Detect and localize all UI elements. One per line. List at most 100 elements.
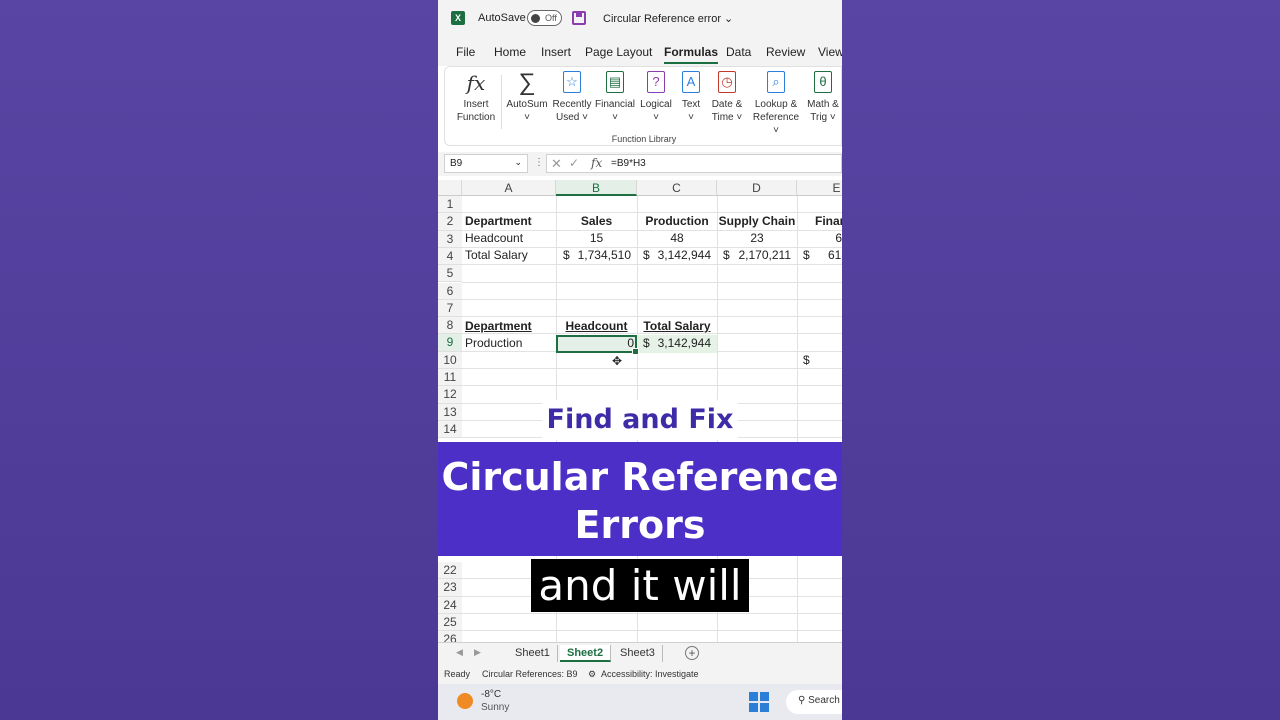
- tab-insert[interactable]: Insert: [541, 45, 571, 59]
- column-header-a[interactable]: A: [462, 180, 556, 196]
- cell-c8[interactable]: Total Salary: [637, 318, 717, 335]
- background-left: [0, 0, 438, 720]
- more-options-icon[interactable]: ⋮: [534, 157, 544, 168]
- row-header-25[interactable]: 25: [438, 613, 462, 632]
- cell-e4[interactable]: 618: [828, 247, 842, 264]
- cell-a9[interactable]: Production: [465, 335, 522, 352]
- star-icon: ☆: [563, 71, 581, 93]
- row-header-14[interactable]: 14: [438, 420, 462, 439]
- tab-review[interactable]: Review: [766, 45, 805, 59]
- cell-a3[interactable]: Headcount: [465, 230, 523, 247]
- cell-d4[interactable]: 2,170,211: [717, 247, 792, 264]
- autosum-button[interactable]: ∑ AutoSum ˅: [505, 71, 549, 124]
- document-title[interactable]: Circular Reference error ⌄: [603, 12, 733, 25]
- name-box[interactable]: B9 ⌄: [444, 154, 528, 173]
- financial-button[interactable]: ▤ Financial ˅: [593, 71, 637, 124]
- taskbar-search[interactable]: ⚲ Search: [786, 690, 842, 714]
- add-sheet-icon[interactable]: +: [685, 646, 699, 660]
- sheet-tab-2[interactable]: Sheet2: [560, 645, 612, 662]
- column-header-c[interactable]: C: [637, 180, 717, 196]
- cell-a4[interactable]: Total Salary: [465, 247, 528, 264]
- save-icon[interactable]: [572, 11, 586, 25]
- windows-start-icon[interactable]: [749, 692, 769, 712]
- cell-d3[interactable]: 23: [717, 230, 797, 247]
- prev-sheet-icon[interactable]: ◀: [456, 647, 463, 658]
- cell-b2[interactable]: Sales: [556, 213, 637, 230]
- column-header-e[interactable]: E: [797, 180, 842, 196]
- cell-c9[interactable]: 3,142,944: [637, 335, 711, 352]
- tab-page-layout[interactable]: Page Layout: [585, 45, 652, 59]
- next-sheet-icon[interactable]: ▶: [474, 647, 481, 658]
- lookup-reference-button[interactable]: ⌕ Lookup & Reference ˅: [749, 71, 803, 137]
- tab-home[interactable]: Home: [494, 45, 526, 59]
- text-dropdown: ˅: [688, 112, 694, 123]
- cell-e3[interactable]: 6: [797, 230, 842, 247]
- recently-used-button[interactable]: ☆ Recently Used ˅: [550, 71, 594, 124]
- row-header-5[interactable]: 5: [438, 265, 462, 283]
- sheet-tab-1[interactable]: Sheet1: [508, 645, 558, 662]
- row-header-22[interactable]: 22: [438, 562, 462, 580]
- date-time-button[interactable]: ◷ Date & Time ˅: [707, 71, 747, 124]
- accessibility-icon: ⚙: [588, 669, 597, 679]
- row-header-3[interactable]: 3: [438, 230, 462, 248]
- title-banner: Circular Reference Errors: [438, 442, 842, 556]
- formula-input[interactable]: ✕ ✓ fx =B9*H3: [546, 154, 842, 173]
- background-right: [842, 0, 1280, 720]
- cell-d2[interactable]: Supply Chain: [717, 213, 797, 230]
- cancel-icon[interactable]: ✕: [551, 156, 562, 172]
- column-header-d[interactable]: D: [717, 180, 797, 196]
- sheet-tab-3[interactable]: Sheet3: [613, 645, 663, 662]
- tab-formulas[interactable]: Formulas: [664, 45, 719, 64]
- cell-b4[interactable]: 1,734,510: [556, 247, 631, 264]
- cell-b3[interactable]: 15: [556, 230, 637, 247]
- row-header-10[interactable]: 10: [438, 351, 462, 369]
- excel-app-icon: X: [451, 11, 465, 25]
- autosave-state: Off: [545, 13, 557, 23]
- database-icon: ▤: [606, 71, 624, 93]
- autosave-toggle[interactable]: Off: [527, 10, 562, 26]
- cell-e2[interactable]: Finan: [815, 213, 842, 230]
- cell-b8[interactable]: Headcount: [556, 318, 637, 335]
- cell-c2[interactable]: Production: [637, 213, 717, 230]
- row-header-8[interactable]: 8: [438, 317, 462, 335]
- cell-c4[interactable]: 3,142,944: [637, 247, 711, 264]
- text-button[interactable]: A Text ˅: [676, 71, 706, 124]
- tab-file[interactable]: File: [456, 45, 475, 59]
- status-bar: Ready Circular References: B9 ⚙ Accessib…: [438, 664, 842, 684]
- row-header-4[interactable]: 4: [438, 247, 462, 266]
- cell-a2[interactable]: Department: [465, 213, 532, 230]
- status-accessibility[interactable]: Accessibility: Investigate: [601, 669, 699, 679]
- move-cursor-icon: ✥: [612, 354, 623, 368]
- weather-condition: Sunny: [481, 702, 510, 713]
- row-header-23[interactable]: 23: [438, 579, 462, 597]
- sun-weather-icon[interactable]: [457, 693, 473, 709]
- row-header-24[interactable]: 24: [438, 596, 462, 614]
- logical-button[interactable]: ? Logical ˅: [637, 71, 675, 124]
- enter-check-icon[interactable]: ✓: [569, 156, 579, 170]
- recently-used-label-1: Recently: [552, 99, 592, 110]
- tab-view[interactable]: View: [818, 45, 842, 59]
- cell-b9[interactable]: 0: [556, 335, 634, 352]
- windows-taskbar: -8°C Sunny ⚲ Search: [438, 684, 842, 720]
- cell-c3[interactable]: 48: [637, 230, 717, 247]
- insert-function-icon[interactable]: fx: [591, 156, 602, 170]
- tab-data[interactable]: Data: [726, 45, 751, 59]
- banner-line-1: Circular Reference: [441, 455, 839, 499]
- financial-label: Financial: [594, 99, 636, 110]
- row-header-6[interactable]: 6: [438, 282, 462, 300]
- subtitle-caption: and it will: [531, 559, 749, 612]
- status-circular-references[interactable]: Circular References: B9: [482, 669, 578, 679]
- math-trig-button[interactable]: θ Math & Trig ˅: [803, 71, 842, 124]
- row-header-12[interactable]: 12: [438, 386, 462, 404]
- row-header-11[interactable]: 11: [438, 369, 462, 387]
- cell-a8[interactable]: Department: [465, 318, 532, 335]
- insert-function-button[interactable]: fx Insert Function: [451, 71, 501, 124]
- row-header-1[interactable]: 1: [438, 196, 462, 214]
- logical-label: Logical: [640, 99, 672, 110]
- row-header-9[interactable]: 9: [438, 334, 462, 352]
- row-header-13[interactable]: 13: [438, 403, 462, 421]
- column-header-b[interactable]: B: [556, 180, 637, 196]
- row-header-7[interactable]: 7: [438, 299, 462, 318]
- select-all-corner[interactable]: [438, 180, 462, 196]
- row-header-2[interactable]: 2: [438, 213, 462, 231]
